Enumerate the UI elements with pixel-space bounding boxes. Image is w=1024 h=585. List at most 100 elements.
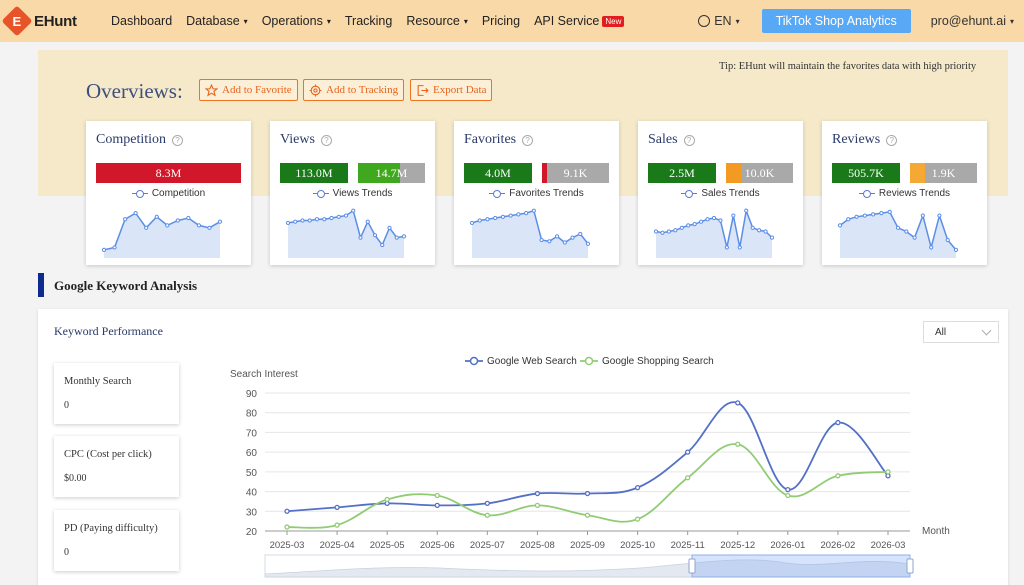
sparkline-point [207, 225, 212, 230]
language-selector[interactable]: EN ▾ [698, 14, 740, 28]
time-range-value: All [935, 326, 947, 338]
secondary-accent [542, 163, 547, 183]
nav-menu: Dashboard Database ▾ Operations ▾ Tracking Res… [111, 14, 638, 28]
metric-value: 0 [64, 547, 69, 558]
x-tick-label: 2025-07 [470, 540, 505, 551]
search-interest-chart: Search Interest Month 20 30 40 50 60 70 80 90 2025… [230, 356, 950, 578]
x-tick-label: 2025-11 [671, 540, 705, 551]
sparkline-point [585, 241, 591, 246]
metric-monthly-search: Monthly Search 0 [54, 363, 179, 424]
nav-item-pricing[interactable]: Pricing [482, 14, 520, 28]
series-point-1 [484, 512, 490, 518]
series-point-1 [634, 516, 641, 522]
globe-icon [698, 15, 711, 27]
target-icon [309, 84, 322, 97]
series-point-1 [885, 469, 891, 475]
nav-item-dashboard[interactable]: Dashboard [111, 14, 172, 28]
sparkline-point [912, 235, 917, 240]
series-point-1 [835, 473, 841, 479]
help-icon[interactable]: ? [522, 134, 534, 146]
sparkline-point [686, 223, 691, 228]
card-legend[interactable]: Competition [86, 188, 251, 199]
language-label: EN [714, 14, 732, 28]
sparkline-point [711, 215, 717, 221]
card-title: Views? [280, 132, 332, 148]
sparkline-point [485, 217, 490, 222]
sparkline-point [300, 218, 305, 223]
card-title: Sales? [648, 132, 695, 148]
sparkline-point [508, 213, 513, 218]
nav-item-label: API Service [534, 14, 600, 28]
sparkline-point [895, 225, 901, 230]
chevron-down-icon: ▾ [463, 16, 468, 26]
sparkline-point [394, 235, 399, 240]
legend-marker-icon [584, 356, 594, 366]
legend-marker-icon [469, 356, 479, 366]
secondary-value-text: 10.0K [744, 165, 775, 180]
legend-label: Favorites Trends [509, 188, 584, 199]
legend-label: Views Trends [332, 188, 393, 199]
nav-item-api-service[interactable]: API Service New [534, 14, 625, 28]
tiktok-shop-analytics-button[interactable]: TikTok Shop Analytics [761, 9, 911, 33]
card-legend[interactable]: Views Trends [270, 188, 435, 199]
logo[interactable]: E EHunt [1, 5, 96, 37]
metric-label: CPC (Cost per click) [64, 449, 152, 460]
legend-line-icon [681, 189, 698, 198]
sparkline-point [724, 245, 729, 250]
x-tick-label: 2025-05 [370, 540, 405, 551]
sparkline-point [322, 217, 327, 222]
zoom-slider-selection [691, 554, 911, 578]
nav-right: EN ▾ TikTok Shop Analytics pro@ehunt.ai … [698, 0, 1024, 42]
chevron-down-icon: ▾ [243, 16, 248, 26]
legend-line-icon [312, 189, 329, 198]
sparkline-point [122, 217, 128, 222]
sparkline-area [472, 210, 588, 258]
overview-card-favorites: Favorites? 4.0M 9.1K Favorites Trends [454, 121, 619, 265]
export-data-button[interactable]: Export Data [410, 79, 493, 101]
series-point-1 [584, 512, 591, 518]
metric-value: $0.00 [64, 473, 87, 484]
time-range-select[interactable]: All [923, 321, 999, 343]
nav-item-operations[interactable]: Operations ▾ [262, 14, 331, 28]
sparkline-point [744, 208, 749, 213]
sparkline-point [372, 233, 378, 238]
card-legend[interactable]: Favorites Trends [454, 188, 619, 199]
card-main-value: 505.7K [832, 163, 900, 183]
x-tick-label: 2025-03 [270, 540, 305, 551]
sparkline-point [314, 217, 320, 222]
user-menu[interactable]: pro@ehunt.ai ▾ [931, 14, 1014, 28]
sparkline-point [493, 215, 498, 221]
sparkline-point [660, 230, 665, 235]
sparkline-point [175, 218, 180, 223]
card-secondary-value: 9.1K [542, 163, 609, 183]
legend-label: Competition [151, 188, 206, 199]
add-to-favorite-button[interactable]: Add to Favorite [199, 79, 298, 101]
sparkline-point [531, 208, 536, 213]
help-icon[interactable]: ? [172, 134, 183, 146]
sparkline-point [144, 225, 149, 230]
sparkline-point [887, 209, 892, 214]
sparkline-point [516, 212, 521, 217]
card-legend[interactable]: Reviews Trends [822, 188, 987, 199]
card-main-value: 113.0M [280, 163, 348, 183]
nav-item-database[interactable]: Database ▾ [186, 14, 248, 28]
section-title: Google Keyword Analysis [54, 278, 198, 293]
sparkline-point [101, 247, 107, 252]
zoom-slider-handle-left[interactable] [688, 558, 696, 574]
add-to-tracking-button[interactable]: Add to Tracking [303, 79, 405, 101]
help-icon[interactable]: ? [886, 134, 898, 146]
sparkline-point [165, 223, 170, 228]
card-legend[interactable]: Sales Trends [638, 188, 803, 199]
nav-item-resource[interactable]: Resource ▾ [406, 14, 468, 28]
top-navbar: E EHunt Dashboard Database ▾ Operations ▾ Tra… [0, 0, 1024, 42]
x-tick-label: 2025-10 [620, 540, 655, 551]
sparkline-point [293, 219, 298, 224]
sparkline-point [945, 237, 950, 243]
y-axis-label: Search Interest [230, 369, 298, 380]
help-icon[interactable]: ? [320, 134, 332, 146]
sparkline-point [154, 214, 159, 219]
help-icon[interactable]: ? [683, 134, 695, 146]
zoom-slider-handle-right[interactable] [906, 558, 914, 574]
nav-item-tracking[interactable]: Tracking [345, 14, 392, 28]
logo-text: EHunt [34, 12, 77, 30]
